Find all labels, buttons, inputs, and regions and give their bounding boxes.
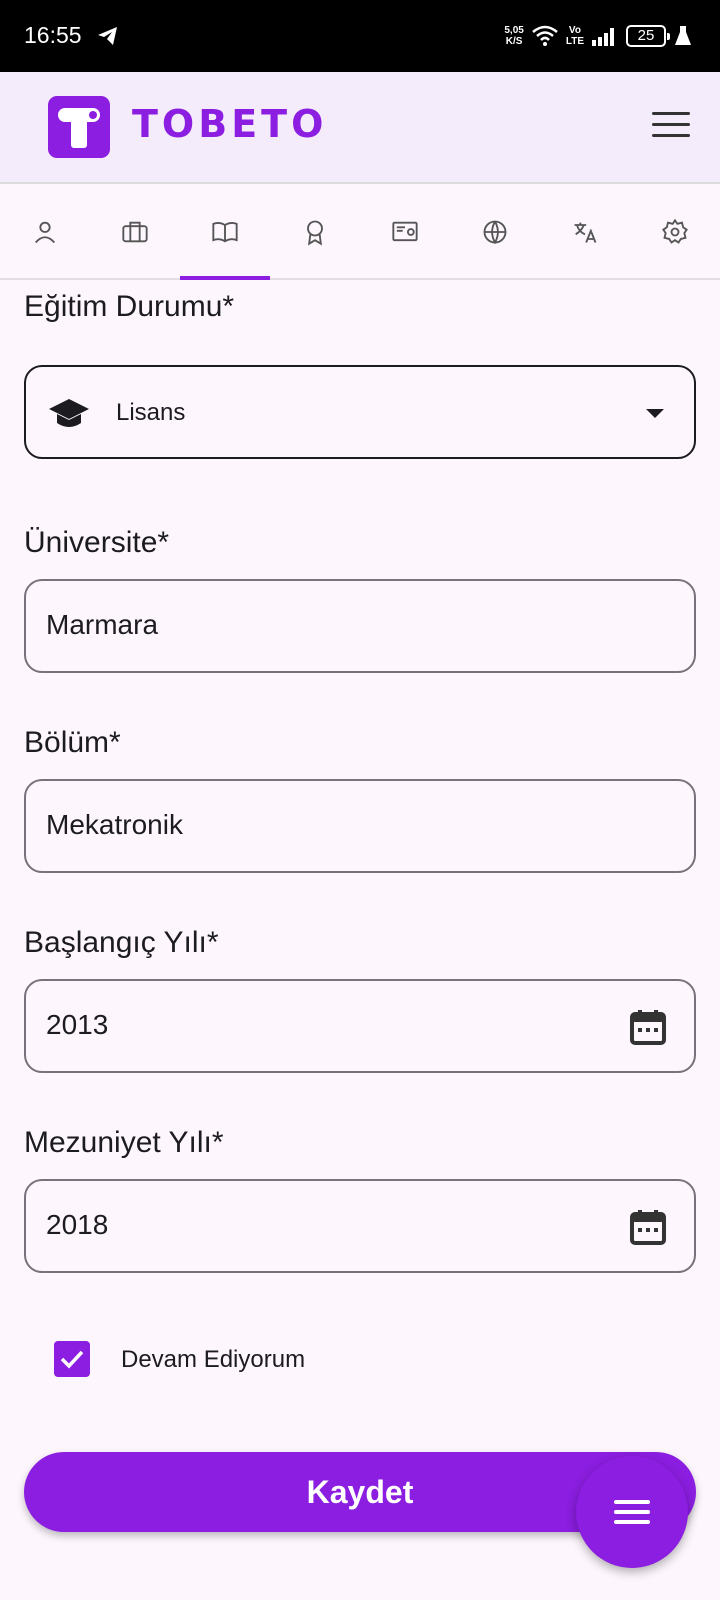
department-value: Mekatronik <box>46 809 183 840</box>
start-year-label: Başlangıç Yılı* <box>24 926 219 959</box>
status-indicators: 5,05 K/S Vo LTE 25 <box>504 20 692 52</box>
network-speed: 5,05 K/S <box>504 25 523 47</box>
dropdown-arrow-icon <box>646 409 664 418</box>
translate-icon <box>574 222 597 243</box>
volte-top: Vo <box>568 25 581 36</box>
graduation-year-label: Mezuniyet Yılı* <box>24 1126 224 1159</box>
tab-competencies[interactable] <box>270 186 360 278</box>
start-year-value: 2013 <box>46 1009 109 1040</box>
person-icon <box>34 221 56 244</box>
fab-menu-line <box>614 1510 650 1514</box>
profile-tabs <box>0 186 720 280</box>
tab-languages[interactable] <box>540 186 630 278</box>
brand-name: TOBETO <box>132 102 328 146</box>
floating-menu-button[interactable] <box>576 1456 688 1568</box>
education-level-select[interactable]: Lisans <box>24 365 696 459</box>
calendar-icon[interactable] <box>628 1207 668 1247</box>
university-field[interactable]: Marmara <box>24 579 696 673</box>
menu-icon[interactable] <box>652 112 690 142</box>
fab-menu-line <box>614 1500 650 1504</box>
battery-icon: 25 <box>626 25 670 47</box>
department-field[interactable]: Mekatronik <box>24 779 696 873</box>
graduation-cap-icon <box>49 399 89 427</box>
volte-bottom: LTE <box>565 36 584 47</box>
university-value: Marmara <box>46 609 159 640</box>
certificate-icon <box>392 221 418 242</box>
app-bar: TOBETO <box>0 72 720 184</box>
graduation-year-value: 2018 <box>46 1209 109 1240</box>
globe-icon <box>483 220 507 245</box>
tab-social[interactable] <box>450 186 540 278</box>
education-level-value: Lisans <box>116 399 186 426</box>
checkmark-icon <box>60 1350 84 1369</box>
status-bar: 16:55 5,05 K/S Vo LTE 25 <box>0 0 720 72</box>
award-icon <box>307 220 323 246</box>
department-label: Bölüm* <box>24 726 121 759</box>
tab-experience[interactable] <box>90 186 180 278</box>
tab-settings[interactable] <box>630 186 720 278</box>
wifi-icon <box>532 25 558 46</box>
settings-icon <box>662 218 688 244</box>
book-icon <box>212 221 238 243</box>
education-level-label: Eğitim Durumu* <box>24 290 235 323</box>
tab-certificates[interactable] <box>360 186 450 278</box>
volte-indicator: Vo LTE <box>566 25 584 47</box>
tab-personal[interactable] <box>0 186 90 278</box>
tobeto-logo-icon[interactable] <box>48 96 110 158</box>
telegram-icon <box>98 27 117 45</box>
calendar-icon[interactable] <box>628 1007 668 1047</box>
briefcase-icon <box>122 221 148 243</box>
continuing-checkbox[interactable] <box>54 1341 90 1377</box>
network-speed-value: 5,05 <box>504 25 524 36</box>
graduation-year-field[interactable]: 2018 <box>24 1179 696 1273</box>
flask-icon <box>675 26 691 45</box>
network-speed-unit: K/S <box>505 36 523 47</box>
tab-education[interactable] <box>180 186 270 280</box>
signal-icon <box>592 28 614 46</box>
university-label: Üniversite* <box>24 526 170 559</box>
continuing-label: Devam Ediyorum <box>121 1346 306 1373</box>
fab-menu-line <box>614 1520 650 1524</box>
start-year-field[interactable]: 2013 <box>24 979 696 1073</box>
status-time: 16:55 <box>24 22 82 48</box>
